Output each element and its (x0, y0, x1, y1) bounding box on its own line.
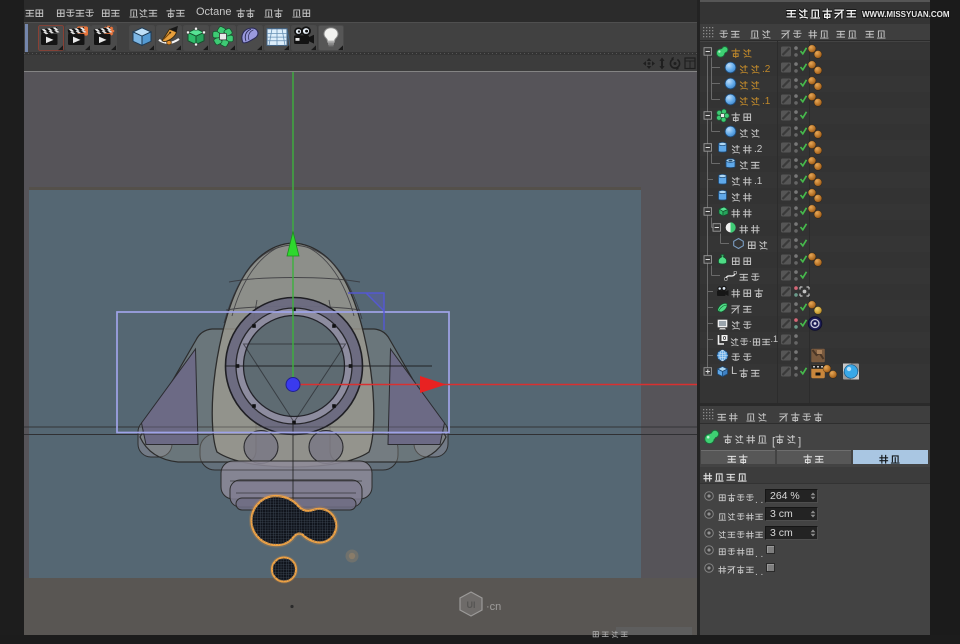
svg-text:UI: UI (467, 600, 476, 610)
svg-text:0: 0 (723, 336, 726, 342)
svg-text:·cn: ·cn (486, 601, 501, 613)
